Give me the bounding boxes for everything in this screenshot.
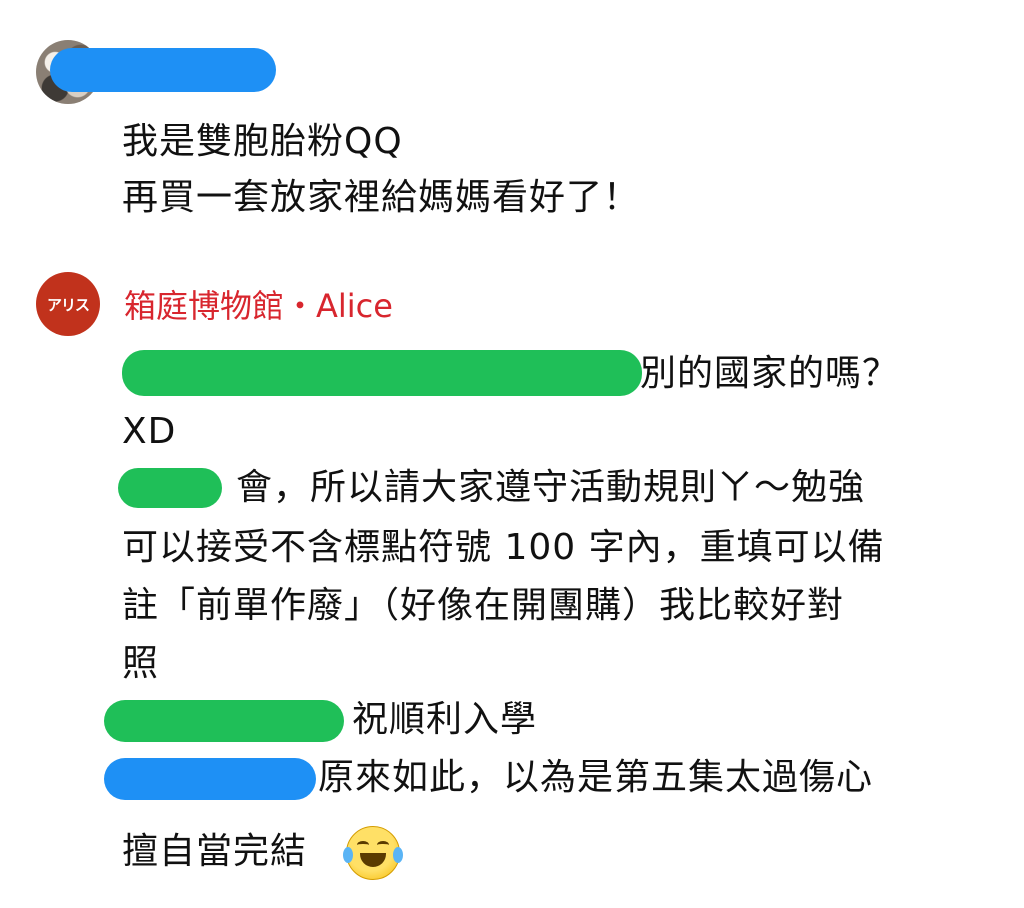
comment-text-line: 可以接受不含標點符號 100 字內，重填可以備 <box>122 527 885 568</box>
comment-text-line: 會，所以請大家遵守活動規則ㄚ～勉強 <box>236 467 866 508</box>
redacted-mention <box>122 350 642 396</box>
face-with-tears-of-joy-icon <box>343 826 403 880</box>
redacted-username <box>50 48 276 92</box>
comment-text-line: 原來如此，以為是第五集太過傷心 <box>318 757 874 798</box>
comment-text-line: 祝順利入學 <box>352 699 538 740</box>
comment-text-line: 註「前單作廢」（好像在開團購）我比較好對 <box>122 585 845 626</box>
avatar-label: アリス <box>46 295 90 314</box>
comment-text-line: XD <box>122 411 177 452</box>
comment-text-line: 照 <box>122 643 160 684</box>
avatar[interactable]: アリス <box>36 272 100 336</box>
redacted-mention <box>118 468 222 508</box>
author-name[interactable]: 箱庭博物館・Alice <box>124 284 393 328</box>
redacted-mention <box>104 700 344 742</box>
redacted-mention <box>104 758 316 800</box>
comment-text-line: 我是雙胞胎粉QQ <box>122 121 403 162</box>
comment-text-line: 別的國家的嗎？ <box>640 353 900 394</box>
comment-text-line: 擅自當完結 <box>122 831 308 872</box>
comment-text-line: 再買一套放家裡給媽媽看好了！ <box>122 177 641 218</box>
